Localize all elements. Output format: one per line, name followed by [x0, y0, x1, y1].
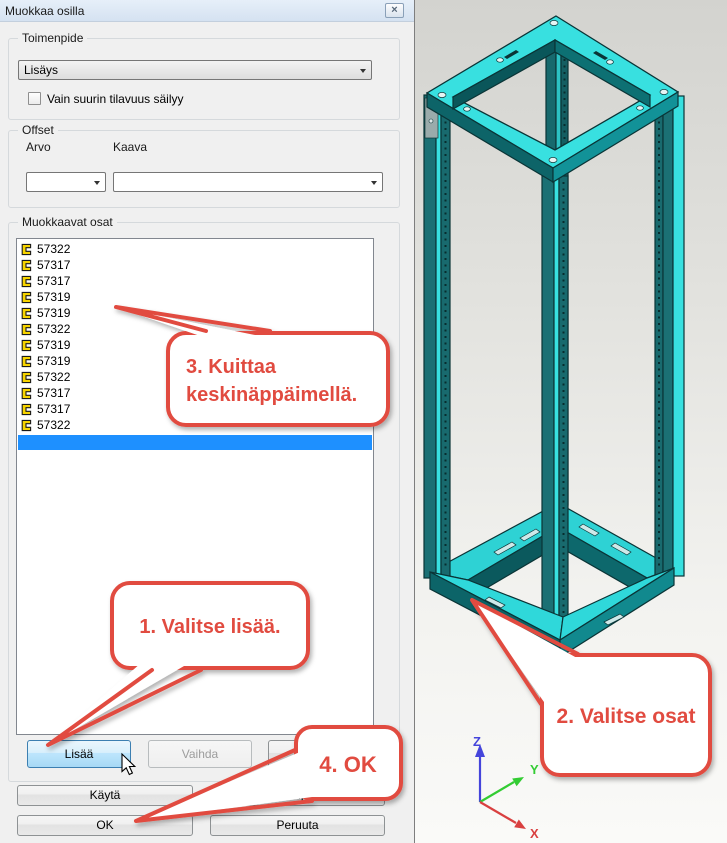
volume-checkbox-label: Vain suurin tilavuus säilyy	[47, 92, 184, 106]
list-item[interactable]: 57322	[17, 321, 373, 337]
list-item[interactable]: 57317	[17, 273, 373, 289]
model-left-post[interactable]	[424, 95, 450, 578]
part-profile-icon	[20, 355, 33, 368]
group-offset: Offset	[8, 130, 400, 208]
part-profile-icon	[20, 387, 33, 400]
part-profile-icon	[20, 259, 33, 272]
list-item[interactable]: 57319	[17, 305, 373, 321]
list-item[interactable]: 57319	[17, 337, 373, 353]
list-item[interactable]: 57317	[17, 385, 373, 401]
ohje-button[interactable]: Ohje	[210, 785, 385, 806]
list-item[interactable]: 57319	[17, 289, 373, 305]
chevron-down-icon	[94, 181, 100, 185]
part-number: 57317	[37, 386, 70, 400]
part-profile-icon	[20, 243, 33, 256]
group-muokkaavat-osat-label: Muokkaavat osat	[18, 215, 117, 229]
part-profile-icon	[20, 291, 33, 304]
action-combobox[interactable]: Lisäys	[18, 60, 372, 80]
model-right-post[interactable]	[655, 96, 684, 576]
list-item[interactable]: 57322	[17, 241, 373, 257]
part-profile-icon	[20, 275, 33, 288]
dialog-titlebar[interactable]: Muokkaa osilla	[0, 0, 414, 22]
list-item[interactable]: 57322	[17, 417, 373, 433]
volume-checkbox[interactable]	[28, 92, 41, 105]
vaihda-button[interactable]: Vaihda	[148, 740, 252, 768]
parts-listbox[interactable]: 57322 57317 57317 57319	[16, 238, 374, 735]
list-item[interactable]: 57322	[17, 369, 373, 385]
group-toimenpide-label: Toimenpide	[18, 31, 87, 45]
part-profile-icon	[20, 339, 33, 352]
arvo-combobox[interactable]	[26, 172, 106, 192]
part-profile-icon	[20, 371, 33, 384]
dialog-muokkaa-osilla: Muokkaa osilla × Toimenpide Lisäys Vain …	[0, 0, 414, 843]
part-profile-icon	[20, 307, 33, 320]
part-number: 57322	[37, 322, 70, 336]
part-profile-icon	[20, 419, 33, 432]
part-number: 57322	[37, 242, 70, 256]
model-front-post[interactable]	[542, 176, 568, 642]
kaava-label: Kaava	[113, 140, 147, 154]
third-button[interactable]	[268, 740, 372, 768]
close-button[interactable]: ×	[385, 3, 404, 18]
list-item[interactable]: 57317	[17, 257, 373, 273]
part-number: 57317	[37, 258, 70, 272]
kaava-combobox[interactable]	[113, 172, 383, 192]
group-offset-label: Offset	[18, 123, 58, 137]
part-number: 57322	[37, 370, 70, 384]
arvo-label: Arvo	[26, 140, 51, 154]
part-profile-icon	[20, 403, 33, 416]
list-item[interactable]: 57319	[17, 353, 373, 369]
chevron-down-icon	[371, 181, 377, 185]
z-axis-label: Z	[473, 734, 481, 749]
part-number: 57319	[37, 354, 70, 368]
ok-button[interactable]: OK	[17, 815, 193, 836]
action-combobox-value: Lisäys	[24, 63, 58, 77]
part-number: 57319	[37, 338, 70, 352]
x-axis-label: X	[530, 826, 539, 841]
dialog-title: Muokkaa osilla	[5, 4, 84, 18]
part-profile-icon	[20, 323, 33, 336]
selected-row[interactable]	[18, 435, 372, 450]
parts-list: 57322 57317 57317 57319	[17, 241, 373, 433]
part-number: 57317	[37, 274, 70, 288]
part-number: 57317	[37, 402, 70, 416]
part-number: 57322	[37, 418, 70, 432]
screen: Z Y X Muokkaa osilla × Toimenpide Lisäys…	[0, 0, 727, 843]
part-number: 57319	[37, 306, 70, 320]
list-item[interactable]: 57317	[17, 401, 373, 417]
lisaa-button[interactable]: Lisää	[27, 740, 131, 768]
chevron-down-icon	[360, 69, 366, 73]
kayta-button[interactable]: Käytä	[17, 785, 193, 806]
part-number: 57319	[37, 290, 70, 304]
peruuta-button[interactable]: Peruuta	[210, 815, 385, 836]
y-axis-label: Y	[530, 762, 539, 777]
